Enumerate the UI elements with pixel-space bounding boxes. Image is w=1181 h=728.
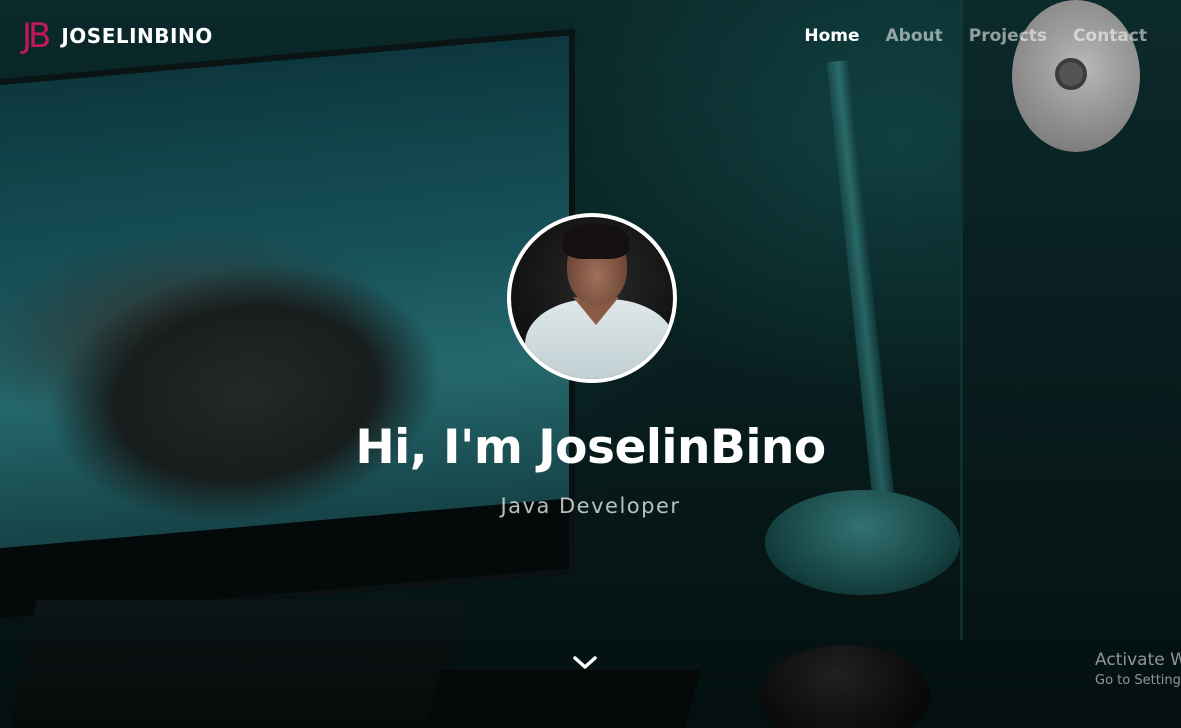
logo-mark: JB	[22, 16, 51, 56]
profile-avatar	[507, 213, 677, 383]
watermark-title: Activate W	[1095, 650, 1181, 670]
chevron-down-icon	[573, 656, 597, 669]
nav-about[interactable]: About	[886, 26, 943, 46]
brand-link[interactable]: JB JOSELINBINO	[22, 19, 213, 53]
activate-windows-watermark: Activate W Go to Setting	[1095, 650, 1181, 688]
hero-headline: Hi, I'm JoselinBino	[355, 420, 826, 475]
nav-links: Home About Projects Contact	[804, 26, 1147, 46]
watermark-subtitle: Go to Setting	[1095, 673, 1181, 688]
scroll-down-button[interactable]	[571, 652, 599, 674]
navbar: JB JOSELINBINO Home About Projects Conta…	[0, 0, 1181, 72]
nav-projects[interactable]: Projects	[969, 26, 1047, 46]
nav-contact[interactable]: Contact	[1073, 26, 1147, 46]
hero-subtitle: Java Developer	[500, 494, 681, 518]
brand-name: JOSELINBINO	[61, 24, 213, 48]
nav-home[interactable]: Home	[804, 26, 859, 46]
avatar-hair	[563, 223, 629, 259]
